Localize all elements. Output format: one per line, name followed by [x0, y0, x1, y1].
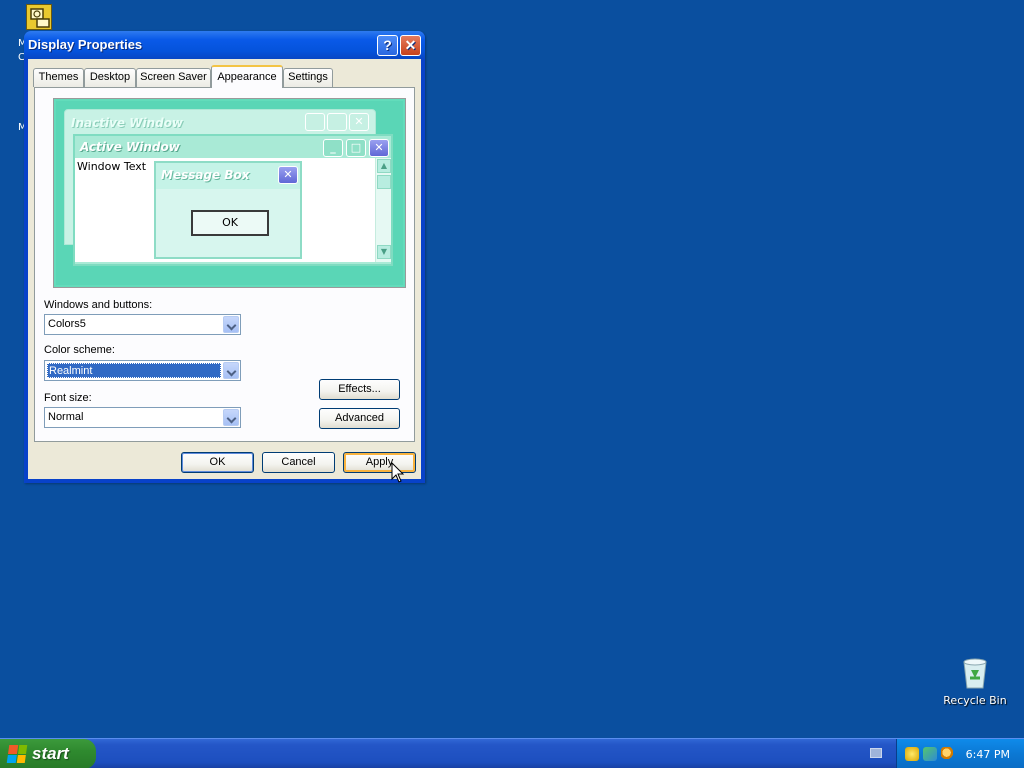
taskbar-clock[interactable]: 6:47 PM [966, 748, 1010, 761]
tab-desktop[interactable]: Desktop [84, 68, 136, 87]
preview-message-box: Message Box ✕ OK [154, 161, 302, 259]
mouse-cursor-icon [391, 462, 405, 483]
windows-buttons-select[interactable]: Colors5 [44, 314, 241, 335]
tab-appearance[interactable]: Appearance [211, 65, 283, 88]
system-tray: 6:47 PM [896, 739, 1024, 768]
scroll-thumb [377, 175, 391, 189]
preview-active-title: Active Window [80, 140, 180, 154]
appearance-preview: Inactive Window ✕ Active Window _ □ ✕ Wi… [53, 98, 406, 288]
chevron-down-icon[interactable] [223, 362, 239, 379]
color-scheme-label: Color scheme: [44, 344, 115, 356]
windows-flag-icon [6, 745, 28, 763]
help-button[interactable]: ? [377, 35, 398, 56]
recycle-bin[interactable]: Recycle Bin [940, 656, 1010, 707]
preview-ok-button: OK [191, 210, 269, 236]
color-scheme-select[interactable]: Realmint [44, 360, 241, 381]
close-icon: ✕ [349, 113, 369, 131]
recycle-bin-icon [959, 656, 991, 690]
dialog-titlebar[interactable]: Display Properties ? ✕ [24, 31, 425, 59]
recycle-bin-label: Recycle Bin [943, 694, 1007, 707]
search-icon[interactable] [941, 747, 955, 761]
advanced-button[interactable]: Advanced [319, 408, 400, 429]
close-button[interactable]: ✕ [400, 35, 421, 56]
font-size-select[interactable]: Normal [44, 407, 241, 428]
windows-buttons-label: Windows and buttons: [44, 299, 153, 311]
cancel-button[interactable]: Cancel [262, 452, 335, 473]
color-scheme-value: Realmint [47, 363, 221, 378]
minimize-icon: _ [323, 139, 343, 157]
keyboard-icon[interactable] [870, 748, 882, 758]
maximize-icon [327, 113, 347, 131]
display-properties-dialog: Display Properties ? ✕ Themes Desktop Sc… [24, 31, 425, 483]
tab-themes[interactable]: Themes [33, 68, 84, 87]
tab-settings[interactable]: Settings [283, 68, 333, 87]
chevron-down-icon[interactable] [223, 316, 239, 333]
scroll-down-icon: ▼ [377, 245, 391, 259]
maximize-icon: □ [346, 139, 366, 157]
taskbar: start 6:47 PM [0, 738, 1024, 768]
dialog-title: Display Properties [28, 37, 143, 52]
minimize-icon [305, 113, 325, 131]
font-size-value: Normal [48, 411, 84, 423]
start-button[interactable]: start [0, 739, 96, 768]
ok-button[interactable]: OK [181, 452, 254, 473]
tab-screen-saver[interactable]: Screen Saver [136, 68, 211, 87]
preview-scrollbar: ▲ ▼ [375, 158, 391, 262]
scroll-up-icon: ▲ [377, 159, 391, 173]
preview-message-title: Message Box [161, 168, 250, 182]
start-label: start [32, 744, 69, 763]
security-shield-icon[interactable] [905, 747, 919, 761]
windows-buttons-value: Colors5 [48, 318, 86, 330]
display-properties-icon[interactable] [26, 4, 52, 30]
close-icon: ✕ [369, 139, 389, 157]
font-size-label: Font size: [44, 392, 92, 404]
apply-button[interactable]: Apply [343, 452, 416, 473]
appearance-panel: Inactive Window ✕ Active Window _ □ ✕ Wi… [34, 87, 415, 442]
dialog-client: Themes Desktop Screen Saver Appearance S… [28, 59, 421, 479]
network-icon[interactable] [923, 747, 937, 761]
preview-window-text: Window Text [77, 160, 147, 173]
effects-button[interactable]: Effects... [319, 379, 400, 400]
close-icon: ✕ [278, 166, 298, 184]
chevron-down-icon[interactable] [223, 409, 239, 426]
